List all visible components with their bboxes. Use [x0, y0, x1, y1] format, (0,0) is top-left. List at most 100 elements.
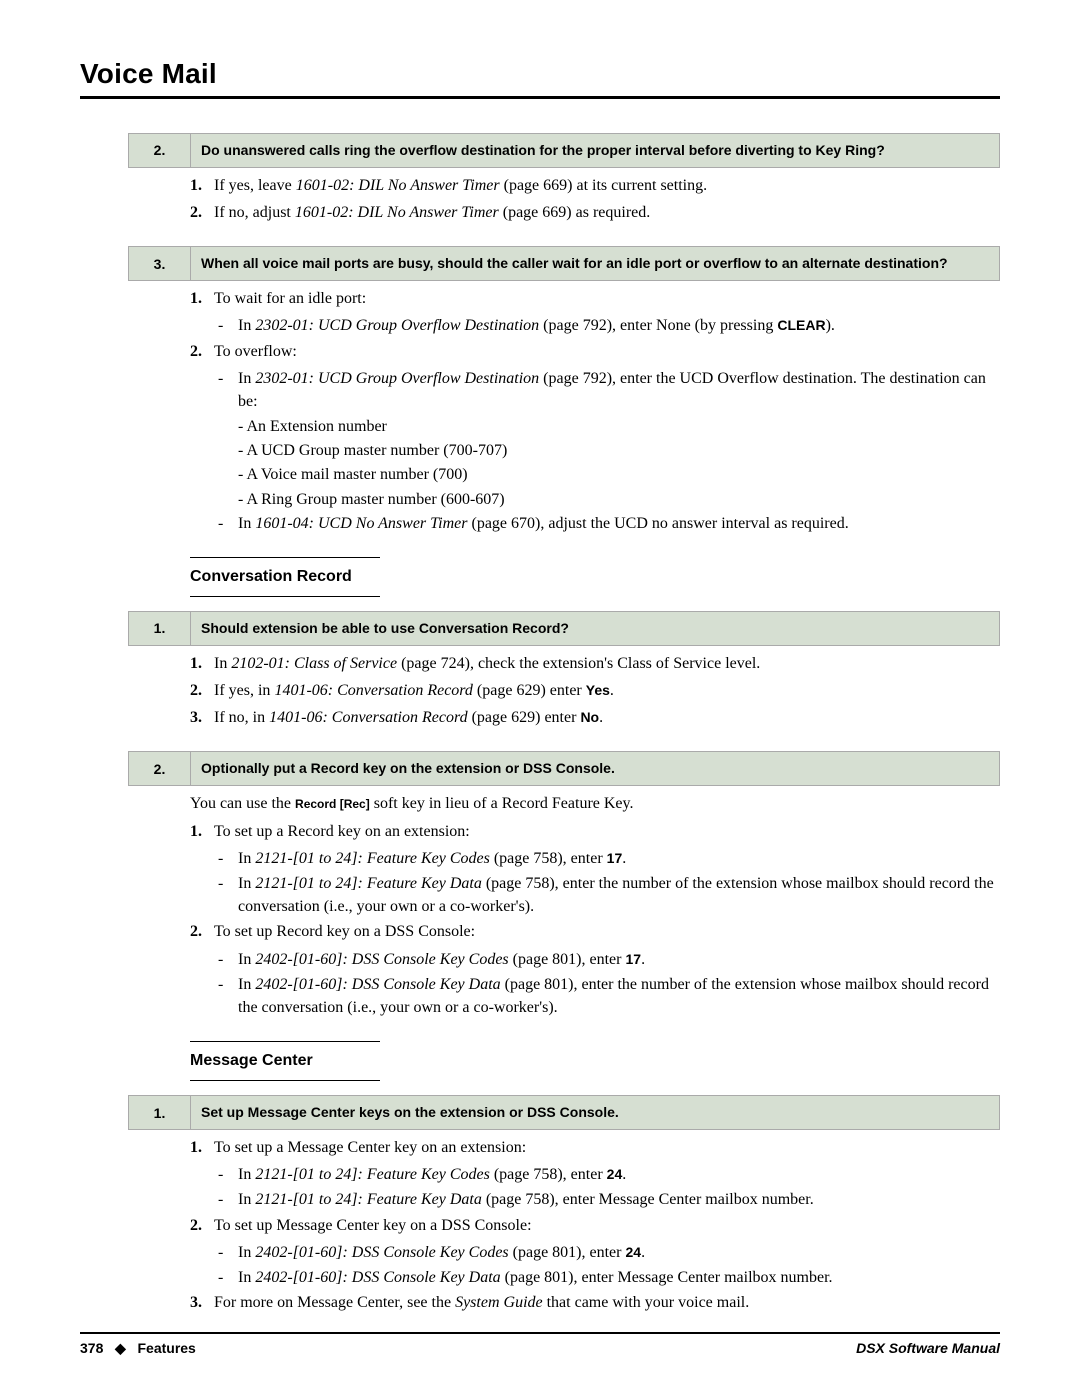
- list-item: 2. To overflow:: [190, 340, 1000, 363]
- section-bar: [190, 557, 380, 558]
- item-num: 3.: [190, 1291, 214, 1314]
- item-text: To wait for an idle port:: [214, 287, 1000, 310]
- section-bar: [190, 1041, 380, 1042]
- footer: 378 ◆ Features DSX Software Manual: [80, 1332, 1000, 1357]
- sub-item: - In 2302-01: UCD Group Overflow Destina…: [218, 314, 1000, 337]
- footer-right: DSX Software Manual: [856, 1340, 1000, 1357]
- item-num: 2.: [190, 679, 214, 702]
- sub-item: - In 2402-[01-60]: DSS Console Key Data …: [218, 1266, 1000, 1289]
- intro-text: You can use the Record [Rec] soft key in…: [190, 792, 1000, 815]
- section-bar: [190, 1080, 380, 1081]
- question-num: 1.: [129, 612, 191, 645]
- dash: -: [218, 1188, 238, 1211]
- sub-text: In 2302-01: UCD Group Overflow Destinati…: [238, 367, 1000, 413]
- item-text: To set up a Message Center key on an ext…: [214, 1136, 1000, 1159]
- sub-text: In 1601-04: UCD No Answer Timer (page 67…: [238, 512, 1000, 535]
- item-num: 1.: [190, 174, 214, 197]
- sub2-item: - A UCD Group master number (700-707): [238, 439, 1000, 462]
- item-text: If yes, in 1401-06: Conversation Record …: [214, 679, 1000, 702]
- list-item: 3. For more on Message Center, see the S…: [190, 1291, 1000, 1314]
- item-num: 1.: [190, 287, 214, 310]
- answers-mc1: 1. To set up a Message Center key on an …: [190, 1136, 1000, 1314]
- question-num: 2.: [129, 752, 191, 785]
- sub-text: In 2402-[01-60]: DSS Console Key Data (p…: [238, 1266, 1000, 1289]
- sub-item: - In 2302-01: UCD Group Overflow Destina…: [218, 367, 1000, 413]
- question-box-cr1: 1. Should extension be able to use Conve…: [128, 611, 1000, 646]
- list-item: 1. If yes, leave 1601-02: DIL No Answer …: [190, 174, 1000, 197]
- dash: -: [218, 314, 238, 337]
- sub-text: In 2302-01: UCD Group Overflow Destinati…: [238, 314, 1000, 337]
- dash: -: [218, 872, 238, 918]
- sub-text: In 2121-[01 to 24]: Feature Key Data (pa…: [238, 872, 1000, 918]
- item-text: If yes, leave 1601-02: DIL No Answer Tim…: [214, 174, 1000, 197]
- sub-text: In 2121-[01 to 24]: Feature Key Codes (p…: [238, 847, 1000, 870]
- section-bar: [190, 596, 380, 597]
- section-message-center: Message Center: [190, 1041, 1000, 1081]
- list-item: 1. In 2102-01: Class of Service (page 72…: [190, 652, 1000, 675]
- answers-q2: 1. If yes, leave 1601-02: DIL No Answer …: [190, 174, 1000, 224]
- item-text: To set up Message Center key on a DSS Co…: [214, 1214, 1000, 1237]
- section-title: Message Center: [190, 1052, 1000, 1070]
- dash: -: [218, 847, 238, 870]
- sub-text: In 2121-[01 to 24]: Feature Key Codes (p…: [238, 1163, 1000, 1186]
- sub-item: - In 2121-[01 to 24]: Feature Key Codes …: [218, 1163, 1000, 1186]
- item-text: If no, adjust 1601-02: DIL No Answer Tim…: [214, 201, 1000, 224]
- section-title: Conversation Record: [190, 568, 1000, 586]
- item-num: 1.: [190, 652, 214, 675]
- answers-cr1: 1. In 2102-01: Class of Service (page 72…: [190, 652, 1000, 730]
- question-num: 2.: [129, 134, 191, 167]
- sub-item: - In 2402-[01-60]: DSS Console Key Data …: [218, 973, 1000, 1019]
- question-text: Should extension be able to use Conversa…: [191, 612, 999, 645]
- sub-item: - In 2121-[01 to 24]: Feature Key Data (…: [218, 1188, 1000, 1211]
- item-num: 2.: [190, 340, 214, 363]
- dash: -: [218, 367, 238, 413]
- footer-section: Features: [137, 1340, 195, 1356]
- dash: -: [218, 1163, 238, 1186]
- question-text: Optionally put a Record key on the exten…: [191, 752, 999, 785]
- main-content: 2. Do unanswered calls ring the overflow…: [128, 133, 1000, 1314]
- question-num: 3.: [129, 247, 191, 280]
- sub-text: In 2402-[01-60]: DSS Console Key Codes (…: [238, 948, 1000, 971]
- item-text: If no, in 1401-06: Conversation Record (…: [214, 706, 1000, 729]
- page-title: Voice Mail: [80, 58, 1000, 90]
- sub2-item: - An Extension number: [238, 415, 1000, 438]
- title-rule: [80, 96, 1000, 99]
- question-num: 1.: [129, 1096, 191, 1129]
- sub-item: - In 2121-[01 to 24]: Feature Key Codes …: [218, 847, 1000, 870]
- question-text: When all voice mail ports are busy, shou…: [191, 247, 999, 280]
- list-item: 1. To wait for an idle port:: [190, 287, 1000, 310]
- answers-cr2: 1. To set up a Record key on an extensio…: [190, 820, 1000, 1020]
- item-text: For more on Message Center, see the Syst…: [214, 1291, 1000, 1314]
- item-num: 3.: [190, 706, 214, 729]
- list-item: 2. To set up Message Center key on a DSS…: [190, 1214, 1000, 1237]
- question-box-cr2: 2. Optionally put a Record key on the ex…: [128, 751, 1000, 786]
- list-item: 2. If no, adjust 1601-02: DIL No Answer …: [190, 201, 1000, 224]
- dash: -: [218, 948, 238, 971]
- footer-left: 378 ◆ Features: [80, 1340, 196, 1357]
- item-num: 1.: [190, 1136, 214, 1159]
- footer-row: 378 ◆ Features DSX Software Manual: [80, 1340, 1000, 1357]
- question-text: Set up Message Center keys on the extens…: [191, 1096, 999, 1129]
- item-text: In 2102-01: Class of Service (page 724),…: [214, 652, 1000, 675]
- dash: -: [218, 1266, 238, 1289]
- answers-q3: 1. To wait for an idle port: - In 2302-0…: [190, 287, 1000, 535]
- item-text: To set up Record key on a DSS Console:: [214, 920, 1000, 943]
- dash: -: [218, 512, 238, 535]
- sub-item: - In 2402-[01-60]: DSS Console Key Codes…: [218, 948, 1000, 971]
- list-item: 1. To set up a Record key on an extensio…: [190, 820, 1000, 843]
- list-item: 2. If yes, in 1401-06: Conversation Reco…: [190, 679, 1000, 702]
- question-box-2: 2. Do unanswered calls ring the overflow…: [128, 133, 1000, 168]
- sub2-item: - A Ring Group master number (600-607): [238, 488, 1000, 511]
- footer-rule: [80, 1332, 1000, 1334]
- diamond-icon: ◆: [115, 1340, 126, 1356]
- sub-item: - In 1601-04: UCD No Answer Timer (page …: [218, 512, 1000, 535]
- dash: -: [218, 973, 238, 1019]
- dash: -: [218, 1241, 238, 1264]
- section-conversation-record: Conversation Record: [190, 557, 1000, 597]
- item-num: 2.: [190, 201, 214, 224]
- question-box-mc1: 1. Set up Message Center keys on the ext…: [128, 1095, 1000, 1130]
- sub-text: In 2121-[01 to 24]: Feature Key Data (pa…: [238, 1188, 1000, 1211]
- question-text: Do unanswered calls ring the overflow de…: [191, 134, 999, 167]
- sub2-item: - A Voice mail master number (700): [238, 463, 1000, 486]
- sub-text: In 2402-[01-60]: DSS Console Key Data (p…: [238, 973, 1000, 1019]
